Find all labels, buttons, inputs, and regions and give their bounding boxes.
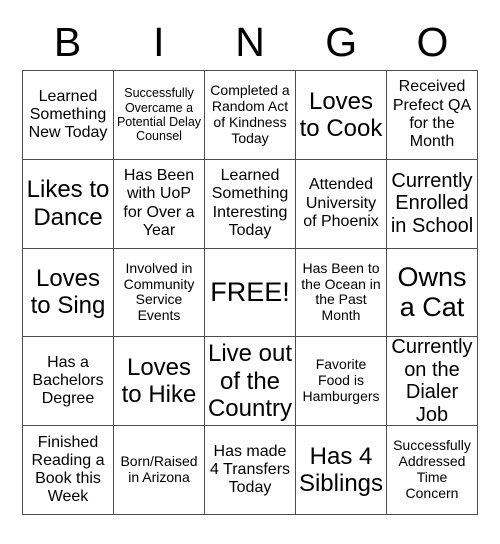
bingo-square-label: Has 4 Siblings	[298, 442, 384, 498]
bingo-square-label: Learned Something Interesting Today	[211, 167, 289, 239]
header-letter-g: G	[325, 18, 358, 65]
bingo-square-r3c2[interactable]: Involved in Community Service Events	[114, 248, 205, 338]
bingo-card: B I N G O Learned Something New Today Suc…	[0, 0, 500, 544]
bingo-square-label: Has a Bachelors Degree	[32, 353, 104, 408]
bingo-square-r5c5[interactable]: Successfully Addressed Time Concern	[387, 426, 478, 515]
bingo-square-r1c2[interactable]: Successfully Overcame a Potential Delay …	[114, 71, 205, 160]
bingo-square-r4c4[interactable]: Favorite Food is Hamburgers	[296, 337, 387, 427]
bingo-square-label: Owns a Cat	[397, 261, 467, 323]
bingo-square-r5c1[interactable]: Finished Reading a Book this Week	[23, 426, 114, 515]
bingo-square-r2c2[interactable]: Has Been with UoP for Over a Year	[114, 159, 205, 249]
bingo-square-r2c5[interactable]: Currently Enrolled in School	[387, 159, 478, 249]
bingo-square-label: FREE!	[210, 277, 290, 308]
bingo-square-label: Currently on the Dialer Job	[391, 337, 473, 427]
bingo-square-r1c1[interactable]: Learned Something New Today	[23, 71, 114, 160]
bingo-square-r4c3[interactable]: Live out of the Country	[205, 337, 296, 427]
bingo-square-label: Completed a Random Act of Kindness Today	[210, 81, 290, 146]
bingo-square-label: Successfully Addressed Time Concern	[393, 437, 471, 502]
bingo-square-r3c3[interactable]: FREE!	[205, 248, 296, 338]
header-letter-o: O	[416, 18, 449, 65]
bingo-square-label: Live out of the Country	[207, 340, 293, 422]
bingo-square-r3c1[interactable]: Loves to Sing	[23, 248, 114, 338]
bingo-square-label: Attended University of Phoenix	[303, 176, 379, 230]
bingo-header: B I N G O	[22, 14, 478, 70]
bingo-square-label: Loves to Sing	[30, 265, 106, 320]
bingo-square-label: Born/Raised in Arizona	[120, 453, 198, 486]
header-letter-b: B	[53, 18, 82, 65]
bingo-square-label: Received Prefect QA for the Month	[392, 78, 472, 151]
bingo-square-r5c3[interactable]: Has made 4 Transfers Today	[205, 426, 296, 515]
bingo-square-r2c4[interactable]: Attended University of Phoenix	[296, 159, 387, 249]
bingo-square-label: Loves to Cook	[299, 87, 383, 142]
bingo-square-label: Finished Reading a Book this Week	[31, 433, 105, 506]
bingo-square-r1c3[interactable]: Completed a Random Act of Kindness Today	[205, 71, 296, 160]
bingo-square-r3c4[interactable]: Has Been to the Ocean in the Past Month	[296, 248, 387, 338]
bingo-square-r2c3[interactable]: Learned Something Interesting Today	[205, 159, 296, 249]
bingo-square-label: Has Been to the Ocean in the Past Month	[301, 259, 381, 324]
bingo-square-r1c4[interactable]: Loves to Cook	[296, 71, 387, 160]
bingo-square-r4c2[interactable]: Loves to Hike	[114, 337, 205, 427]
bingo-square-label: Loves to Hike	[121, 353, 197, 409]
header-letter-i: I	[153, 18, 165, 65]
bingo-grid: Learned Something New Today Successfully …	[22, 70, 478, 515]
bingo-square-r5c2[interactable]: Born/Raised in Arizona	[114, 426, 205, 515]
bingo-square-label: Has made 4 Transfers Today	[209, 442, 291, 497]
bingo-square-label: Favorite Food is Hamburgers	[302, 356, 380, 405]
bingo-square-r4c5[interactable]: Currently on the Dialer Job	[387, 337, 478, 427]
bingo-square-label: Successfully Overcame a Potential Delay …	[116, 86, 202, 144]
bingo-square-label: Has Been with UoP for Over a Year	[123, 167, 195, 239]
bingo-square-r3c5[interactable]: Owns a Cat	[387, 248, 478, 338]
bingo-square-r5c4[interactable]: Has 4 Siblings	[296, 426, 387, 515]
bingo-square-label: Involved in Community Service Events	[123, 259, 195, 324]
bingo-square-label: Likes to Dance	[26, 176, 110, 231]
bingo-square-label: Learned Something New Today	[28, 87, 108, 142]
bingo-square-r1c5[interactable]: Received Prefect QA for the Month	[387, 71, 478, 160]
header-letter-n: N	[235, 18, 265, 65]
bingo-square-r4c1[interactable]: Has a Bachelors Degree	[23, 337, 114, 427]
bingo-square-r2c1[interactable]: Likes to Dance	[23, 159, 114, 249]
bingo-square-label: Currently Enrolled in School	[390, 169, 474, 238]
